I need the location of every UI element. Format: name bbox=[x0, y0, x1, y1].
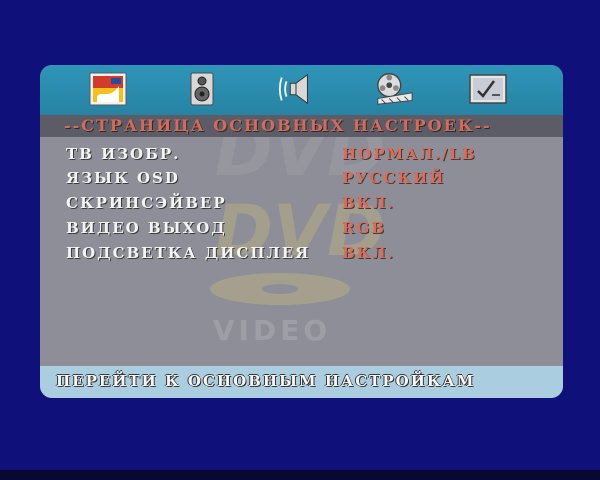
setting-row-display-backlight[interactable]: ПОДСВЕТКА ДИСПЛЕЯ ВКЛ. bbox=[40, 242, 563, 266]
setting-label: СКРИНСЭЙВЕР bbox=[66, 194, 227, 212]
speaker-setup-icon[interactable] bbox=[182, 71, 222, 107]
setup-menu-panel: --СТРАНИЦА ОСНОВНЫХ НАСТРОЕК-- DVD DVD V… bbox=[40, 65, 563, 398]
page-title-bar: --СТРАНИЦА ОСНОВНЫХ НАСТРОЕК-- bbox=[40, 115, 563, 137]
general-setup-icon[interactable] bbox=[88, 71, 128, 107]
setting-row-tv-display[interactable]: ТВ ИЗОБР. НОРМАЛ./LB bbox=[40, 143, 563, 167]
setting-value: НОРМАЛ./LB bbox=[342, 145, 477, 163]
page-title: --СТРАНИЦА ОСНОВНЫХ НАСТРОЕК-- bbox=[64, 116, 492, 135]
settings-list: DVD DVD VIDEO ТВ ИЗОБР. НОРМАЛ./LB ЯЗЫК … bbox=[40, 137, 563, 366]
setting-value: RGB bbox=[342, 219, 386, 237]
video-setup-icon[interactable] bbox=[374, 71, 414, 107]
preferences-icon[interactable] bbox=[468, 71, 508, 107]
footer-hint-bar: ПЕРЕЙТИ К ОСНОВНЫМ НАСТРОЙКАМ bbox=[40, 366, 563, 398]
setting-label: ПОДСВЕТКА ДИСПЛЕЯ bbox=[66, 244, 311, 262]
audio-setup-icon[interactable] bbox=[276, 71, 316, 107]
setting-label: ЯЗЫК OSD bbox=[66, 169, 180, 187]
watermark-video-text: VIDEO bbox=[213, 314, 331, 347]
setting-value: ВКЛ. bbox=[342, 244, 395, 262]
setting-value: РУССКИЙ bbox=[342, 169, 446, 187]
setup-toolbar bbox=[40, 65, 563, 115]
setting-label: ТВ ИЗОБР. bbox=[66, 145, 181, 163]
footer-hint-text: ПЕРЕЙТИ К ОСНОВНЫМ НАСТРОЙКАМ bbox=[56, 372, 476, 390]
setting-label: ВИДЕО ВЫХОД bbox=[66, 219, 227, 237]
setting-row-screensaver[interactable]: СКРИНСЭЙВЕР ВКЛ. bbox=[40, 192, 563, 216]
setting-value: ВКЛ. bbox=[342, 194, 395, 212]
setting-row-osd-language[interactable]: ЯЗЫК OSD РУССКИЙ bbox=[40, 167, 563, 191]
screen-bottom-edge bbox=[0, 470, 600, 480]
setting-row-video-output[interactable]: ВИДЕО ВЫХОД RGB bbox=[40, 217, 563, 241]
